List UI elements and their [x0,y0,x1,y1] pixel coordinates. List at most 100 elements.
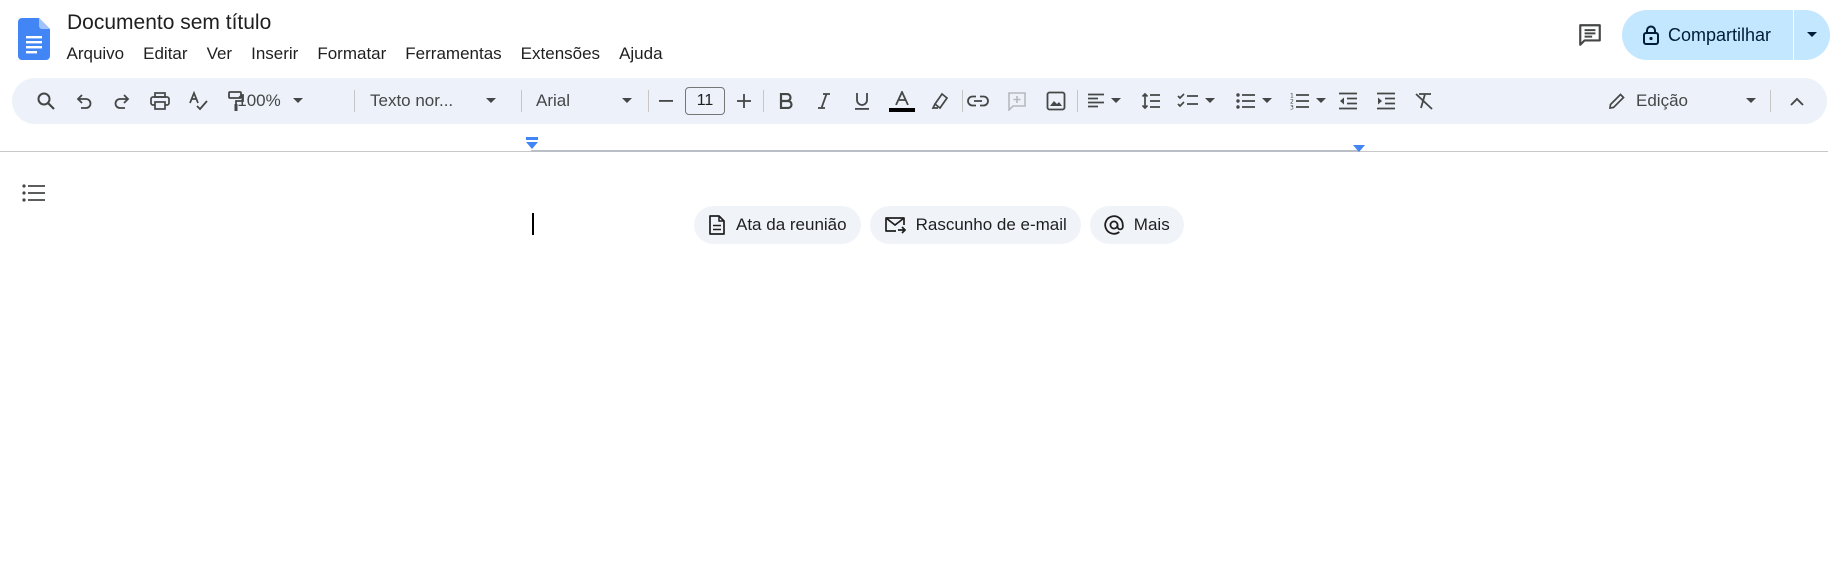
svg-text:3: 3 [1290,105,1294,111]
decrease-indent-button[interactable] [1334,87,1362,115]
highlight-color-button[interactable] [926,87,954,115]
increase-font-size-button[interactable] [730,87,758,115]
clear-formatting-button[interactable] [1410,87,1438,115]
comments-button[interactable] [1572,17,1608,53]
menu-extensoes[interactable]: Extensões [511,42,609,66]
caret-down-icon [1111,98,1121,103]
share-options-button[interactable] [1794,10,1830,60]
document-outline-button[interactable] [20,179,48,207]
align-button[interactable] [1082,87,1126,115]
at-sign-icon [1104,215,1124,235]
share-button[interactable]: Compartilhar [1622,10,1793,60]
hide-menus-button[interactable] [1783,87,1811,115]
paragraph-style-select[interactable]: Texto nor... [370,87,510,115]
meeting-notes-label: Ata da reunião [736,215,847,234]
search-menus-button[interactable] [32,87,60,115]
right-indent-marker[interactable] [1352,141,1366,159]
italic-icon [818,93,830,109]
document-icon [709,215,725,235]
search-icon [37,92,55,110]
zoom-select[interactable]: 100% [230,87,310,115]
more-chip[interactable]: Mais [1089,206,1184,244]
redo-icon [114,94,130,109]
chevron-up-icon [1790,97,1804,106]
indent-decrease-icon [1339,92,1357,110]
bulleted-list-button[interactable] [1232,87,1276,115]
menu-editar[interactable]: Editar [134,42,197,66]
checklist-button[interactable] [1174,87,1218,115]
print-icon [150,92,170,110]
clear-formatting-icon [1415,93,1433,110]
email-draft-chip[interactable]: Rascunho de e-mail [869,206,1081,244]
menu-arquivo[interactable]: Arquivo [57,42,134,66]
caret-down-icon [622,98,632,103]
numbered-list-icon: 123 [1290,93,1309,111]
email-draft-label: Rascunho de e-mail [915,215,1067,234]
paragraph-style-value: Texto nor... [370,91,454,110]
undo-icon [76,94,92,109]
menu-ferramentas[interactable]: Ferramentas [396,42,511,66]
zoom-value: 100% [237,91,281,110]
link-icon [967,95,989,107]
ruler-active-area [531,150,1359,152]
text-cursor [532,213,534,235]
text-color-swatch [889,107,915,112]
numbered-list-button[interactable]: 123 [1286,87,1330,115]
highlighter-icon [931,92,949,110]
font-size-input[interactable]: 11 [685,87,725,115]
menu-ajuda[interactable]: Ajuda [610,42,672,66]
text-color-icon [895,90,909,105]
left-indent-marker[interactable] [525,137,539,156]
insert-link-button[interactable] [963,87,993,115]
add-comment-icon [1008,92,1026,111]
menu-ver[interactable]: Ver [197,42,242,66]
line-spacing-button[interactable] [1137,87,1165,115]
indent-increase-icon [1377,92,1395,110]
text-color-button[interactable] [886,87,918,115]
comment-icon [1579,24,1601,46]
image-icon [1046,91,1066,111]
font-select[interactable]: Arial [526,87,642,115]
meeting-notes-chip[interactable]: Ata da reunião [694,206,861,244]
toolbar-separator [354,90,355,112]
document-title[interactable]: Documento sem título [67,11,271,35]
redo-button[interactable] [109,87,135,115]
caret-down-icon [1807,32,1817,37]
italic-button[interactable] [810,87,838,115]
caret-down-icon [1205,98,1215,103]
toolbar-separator [1770,90,1771,112]
align-left-icon [1088,93,1104,108]
toolbar: 100% Texto nor... Arial 11 1 2 3 Edição [12,78,1827,124]
share-button-group: Compartilhar [1622,10,1830,60]
menu-formatar[interactable]: Formatar [308,42,396,66]
more-label: Mais [1133,215,1170,234]
menu-bar: Arquivo Editar Ver Inserir Formatar Ferr… [57,42,672,66]
underline-icon [855,93,869,110]
undo-button[interactable] [71,87,97,115]
caret-down-icon [1316,98,1326,103]
google-docs-icon[interactable] [18,18,50,60]
caret-down-icon [486,98,496,103]
caret-down-icon [292,98,303,103]
editing-mode-value: Edição [1636,91,1688,110]
underline-button[interactable] [848,87,876,115]
toolbar-separator [763,90,764,112]
increase-indent-button[interactable] [1372,87,1400,115]
print-button[interactable] [147,87,173,115]
minus-icon [659,100,673,102]
menu-inserir[interactable]: Inserir [242,42,308,66]
email-draft-icon [884,217,906,234]
decrease-font-size-button[interactable] [652,87,680,115]
lock-icon [1643,25,1659,45]
editing-mode-select[interactable]: Edição [1594,87,1784,115]
spellcheck-icon [189,91,208,111]
smart-chips: Ata da reunião Rascunho de e-mail Mais [694,206,1184,244]
pencil-icon [1608,93,1625,110]
toolbar-separator [648,90,649,112]
font-value: Arial [536,91,571,110]
insert-image-button[interactable] [1041,87,1071,115]
spelling-check-button[interactable] [185,87,211,115]
checklist-icon [1177,93,1198,108]
bold-button[interactable] [772,87,800,115]
add-comment-button[interactable] [1002,87,1032,115]
